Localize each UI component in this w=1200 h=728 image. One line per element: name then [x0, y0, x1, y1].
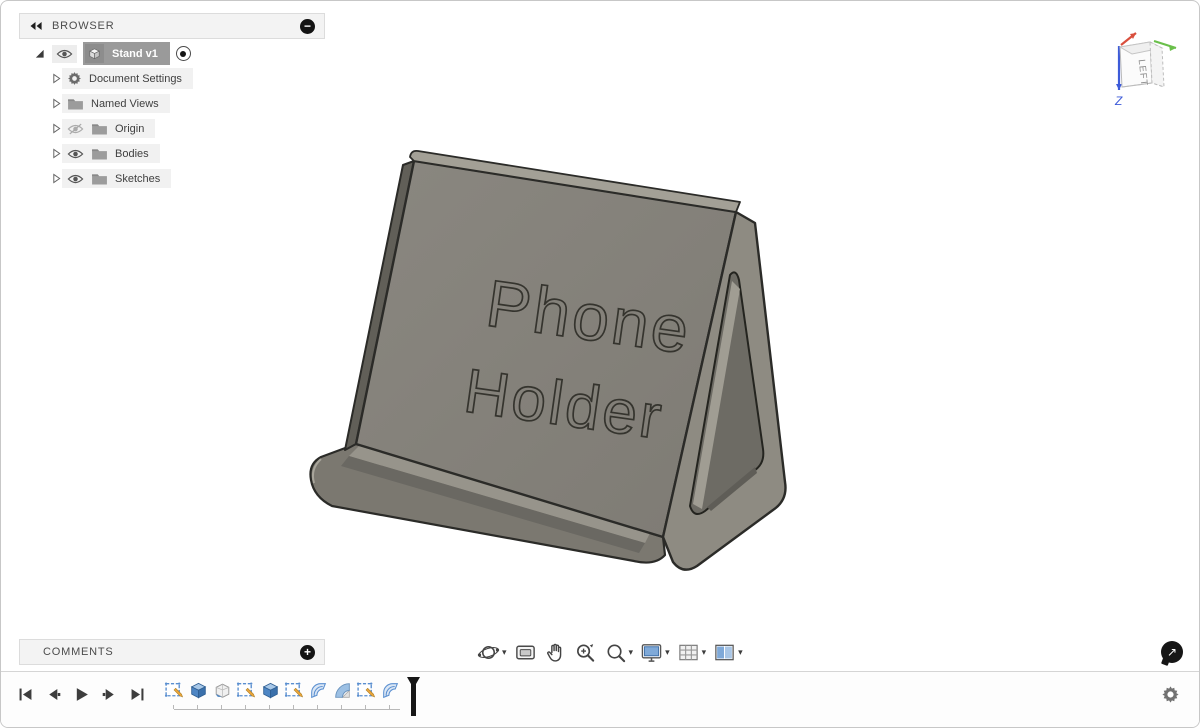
comments-panel-header[interactable]: COMMENTS +: [19, 639, 325, 665]
timeline-feature-shell-icon[interactable]: [332, 680, 353, 701]
feedback-bubble-icon[interactable]: ↗: [1161, 641, 1183, 663]
go-to-end-button[interactable]: [129, 686, 146, 703]
timeline-feature-fillet-body-icon[interactable]: [212, 680, 233, 701]
expand-collapse-icon[interactable]: [50, 173, 62, 184]
phone-holder-model[interactable]: Phone Holder: [299, 129, 883, 603]
tree-item-label: Sketches: [115, 173, 160, 185]
orbit-button[interactable]: ▾: [477, 641, 507, 664]
tree-item-label: Bodies: [115, 148, 149, 160]
chevron-down-icon[interactable]: ▾: [738, 648, 743, 657]
row-content[interactable]: Sketches: [62, 169, 171, 188]
look-at-icon: [514, 641, 537, 664]
look-at-button[interactable]: [514, 641, 537, 664]
expand-collapse-icon[interactable]: [50, 73, 62, 84]
grid-display-icon: [677, 641, 700, 664]
visibility-eye-icon[interactable]: [52, 45, 77, 63]
z-axis-label: Z: [1114, 94, 1123, 108]
expand-collapse-icon[interactable]: [50, 148, 62, 159]
orbit-icon: [477, 641, 500, 664]
timeline-feature-fillet-icon[interactable]: [380, 680, 401, 701]
timeline-feature-list: [164, 680, 404, 701]
viewcube[interactable]: Z LEFT: [1102, 27, 1180, 111]
timeline-feature-extrude-icon[interactable]: [188, 680, 209, 701]
component-cube-icon: [85, 44, 104, 63]
tree-row-named-views[interactable]: Named Views: [19, 91, 325, 116]
browser-minimize-button[interactable]: −: [300, 19, 315, 34]
browser-tree: Stand v1 Document Settings: [19, 41, 325, 191]
timeline-position-marker[interactable]: [406, 676, 421, 717]
viewports-button[interactable]: ▾: [713, 641, 743, 664]
collapse-panel-icon[interactable]: [29, 21, 43, 31]
model-canvas[interactable]: Phone Holder: [299, 129, 883, 603]
expand-collapse-icon[interactable]: [33, 48, 45, 59]
tree-item-label: Named Views: [91, 98, 159, 110]
row-content[interactable]: Document Settings: [62, 68, 193, 89]
play-button[interactable]: [73, 686, 90, 703]
viewports-icon: [713, 641, 736, 664]
component-selected-chip[interactable]: Stand v1: [83, 42, 170, 65]
tree-row-sketches[interactable]: Sketches: [19, 166, 325, 191]
tree-row-origin[interactable]: Origin: [19, 116, 325, 141]
chevron-down-icon[interactable]: ▾: [629, 648, 634, 657]
z-axis-arrow: [1116, 84, 1122, 90]
folder-icon: [67, 97, 84, 110]
timeline-feature-extrude-icon[interactable]: [260, 680, 281, 701]
step-forward-button[interactable]: [101, 686, 118, 703]
comments-panel-title: COMMENTS: [43, 646, 114, 658]
zoom-button[interactable]: [574, 641, 597, 664]
fit-icon: [604, 641, 627, 664]
row-content[interactable]: Named Views: [62, 94, 170, 113]
grid-display-button[interactable]: ▾: [677, 641, 707, 664]
row-content[interactable]: Bodies: [62, 144, 160, 163]
radio-dot: [180, 51, 186, 57]
component-name-label: Stand v1: [112, 48, 158, 60]
zoom-icon: [574, 641, 597, 664]
chevron-down-icon[interactable]: ▾: [702, 648, 707, 657]
browser-panel-header[interactable]: BROWSER −: [19, 13, 325, 39]
timeline-playback-controls: [17, 686, 146, 703]
fit-button[interactable]: ▾: [604, 641, 634, 664]
timeline-feature-sketch-icon[interactable]: [284, 680, 305, 701]
tree-row-bodies[interactable]: Bodies: [19, 141, 325, 166]
settings-gear-icon[interactable]: [1161, 685, 1180, 704]
visibility-eye-icon[interactable]: [67, 173, 84, 185]
visibility-eye-icon[interactable]: [67, 148, 84, 160]
display-settings-icon: [640, 641, 663, 664]
timeline-feature-fillet-icon[interactable]: [308, 680, 329, 701]
folder-icon: [91, 172, 108, 185]
pan-icon: [544, 641, 567, 664]
chevron-down-icon[interactable]: ▾: [665, 648, 670, 657]
folder-icon: [91, 147, 108, 160]
fusion360-app-window: BROWSER − Stand v1: [0, 0, 1200, 728]
expand-collapse-icon[interactable]: [50, 98, 62, 109]
tree-item-label: Origin: [115, 123, 144, 135]
timeline-bar: [1, 671, 1199, 727]
step-back-button[interactable]: [45, 686, 62, 703]
navigation-toolbar: ▾ ▾ ▾ ▾ ▾: [477, 638, 743, 666]
display-settings-button[interactable]: ▾: [640, 641, 670, 664]
folder-icon: [91, 122, 108, 135]
timeline-track: [174, 709, 400, 710]
pan-button[interactable]: [544, 641, 567, 664]
timeline-feature-sketch-icon[interactable]: [236, 680, 257, 701]
row-content[interactable]: Origin: [62, 119, 155, 138]
timeline-feature-sketch-icon[interactable]: [164, 680, 185, 701]
gear-icon: [67, 71, 82, 86]
timeline-feature-sketch-icon[interactable]: [356, 680, 377, 701]
tree-item-label: Document Settings: [89, 73, 182, 85]
chevron-down-icon[interactable]: ▾: [502, 648, 507, 657]
expand-collapse-icon[interactable]: [50, 123, 62, 134]
tree-row-component[interactable]: Stand v1: [19, 41, 325, 66]
add-comment-button[interactable]: +: [300, 645, 315, 660]
tree-row-document-settings[interactable]: Document Settings: [19, 66, 325, 91]
go-to-beginning-button[interactable]: [17, 686, 34, 703]
viewcube-right-face[interactable]: [1150, 42, 1164, 87]
visibility-eye-off-icon[interactable]: [67, 123, 84, 135]
activate-component-radio[interactable]: [176, 46, 191, 61]
browser-panel-title: BROWSER: [52, 20, 114, 32]
